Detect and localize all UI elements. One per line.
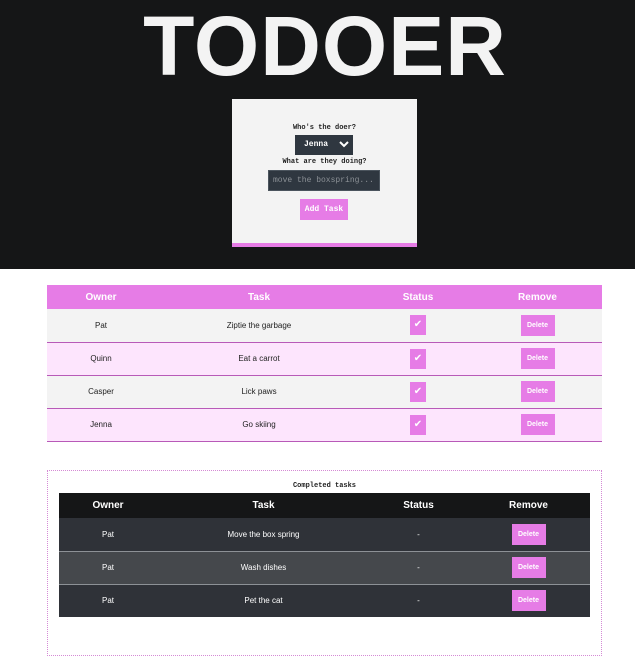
add-task-form: Who's the doer? Jenna What are they doin…: [232, 99, 417, 247]
delete-button[interactable]: Delete: [520, 381, 555, 402]
task-cell: Lick paws: [155, 375, 363, 409]
task-header: Task: [157, 493, 370, 518]
table-row: Casper Lick paws ✔ Delete: [47, 375, 602, 409]
task-cell: Eat a carrot: [155, 342, 363, 376]
checkmark-icon[interactable]: ✔: [410, 381, 426, 402]
delete-button[interactable]: Delete: [520, 414, 555, 435]
table-header-row: Owner Task Status Remove: [59, 493, 590, 518]
owner-cell: Quinn: [47, 342, 155, 376]
doer-select-value: Jenna: [304, 140, 329, 149]
header-banner: TODOER Who's the doer? Jenna What are th…: [0, 0, 635, 269]
task-cell: Pet the cat: [157, 584, 370, 617]
status-header: Status: [370, 493, 467, 518]
delete-button[interactable]: Delete: [511, 523, 546, 545]
remove-cell: Delete: [467, 584, 590, 617]
table-row: Pat Move the box spring - Delete: [59, 518, 590, 552]
task-input[interactable]: [268, 170, 380, 191]
task-cell: Wash dishes: [157, 551, 370, 585]
doer-select[interactable]: Jenna: [295, 135, 353, 155]
owner-cell: Pat: [47, 309, 155, 343]
task-cell: Move the box spring: [157, 518, 370, 552]
task-cell: Go skiing: [155, 408, 363, 442]
completed-tasks-section: Completed tasks Owner Task Status Remove…: [47, 470, 602, 656]
remove-cell: Delete: [473, 375, 602, 409]
status-cell: ✔: [363, 408, 473, 442]
status-cell: ✔: [363, 375, 473, 409]
task-header: Task: [155, 285, 363, 309]
owner-cell: Pat: [59, 518, 157, 552]
checkmark-icon[interactable]: ✔: [410, 348, 426, 369]
table-row: Pat Ziptie the garbage ✔ Delete: [47, 309, 602, 343]
add-task-button[interactable]: Add Task: [300, 199, 348, 220]
table-row: Pat Pet the cat - Delete: [59, 584, 590, 617]
owner-cell: Jenna: [47, 408, 155, 442]
task-cell: Ziptie the garbage: [155, 309, 363, 343]
delete-button[interactable]: Delete: [511, 590, 546, 612]
remove-cell: Delete: [473, 342, 602, 376]
table-row: Pat Wash dishes - Delete: [59, 551, 590, 585]
status-cell: -: [370, 518, 467, 552]
table-row: Jenna Go skiing ✔ Delete: [47, 408, 602, 442]
completed-caption: Completed tasks: [292, 482, 356, 490]
status-header: Status: [363, 285, 473, 309]
table-header-row: Owner Task Status Remove: [47, 285, 602, 309]
remove-cell: Delete: [473, 309, 602, 343]
checkmark-icon[interactable]: ✔: [410, 414, 426, 435]
app-title: TODOER: [143, 0, 507, 93]
status-cell: -: [370, 584, 467, 617]
delete-button[interactable]: Delete: [520, 314, 555, 336]
delete-button[interactable]: Delete: [520, 348, 555, 369]
completed-tasks-table: Owner Task Status Remove Pat Move the bo…: [59, 493, 590, 617]
doer-label: Who's the doer?: [292, 124, 356, 132]
remove-cell: Delete: [467, 518, 590, 552]
owner-header: Owner: [47, 285, 155, 309]
task-label: What are they doing?: [282, 158, 367, 166]
remove-header: Remove: [473, 285, 602, 309]
status-cell: -: [370, 551, 467, 585]
status-cell: ✔: [363, 342, 473, 376]
delete-button[interactable]: Delete: [511, 557, 546, 578]
owner-cell: Pat: [59, 551, 157, 585]
remove-cell: Delete: [467, 551, 590, 585]
remove-cell: Delete: [473, 408, 602, 442]
remove-header: Remove: [467, 493, 590, 518]
checkmark-icon[interactable]: ✔: [410, 315, 426, 336]
active-tasks-table: Owner Task Status Remove Pat Ziptie the …: [47, 285, 602, 442]
chevron-down-icon: [339, 141, 349, 148]
table-row: Quinn Eat a carrot ✔ Delete: [47, 342, 602, 376]
status-cell: ✔: [363, 309, 473, 343]
owner-header: Owner: [59, 493, 157, 518]
owner-cell: Pat: [59, 584, 157, 617]
owner-cell: Casper: [47, 375, 155, 409]
